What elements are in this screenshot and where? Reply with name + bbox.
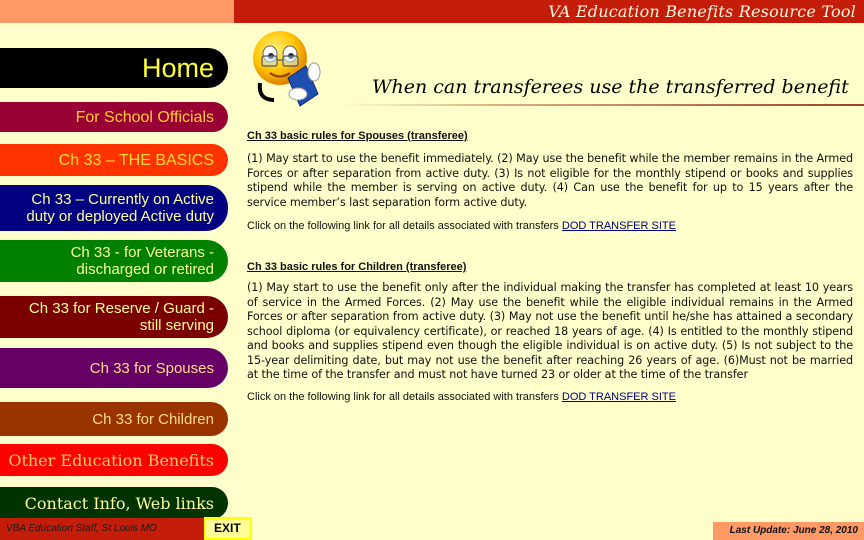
- nav-ch33-children-label: Ch 33 for Children: [92, 410, 214, 428]
- nav-ch33-spouses-label: Ch 33 for Spouses: [89, 359, 214, 377]
- link-prefix-text: Click on the following link for all deta…: [247, 390, 562, 403]
- last-update: Last Update: June 28, 2010: [713, 522, 864, 540]
- nav-other-education-benefits[interactable]: Other Education Benefits: [0, 444, 228, 476]
- nav-label-line: duty or deployed Active duty: [26, 208, 214, 225]
- children-section: Ch 33 basic rules for Children (transfer…: [247, 261, 853, 403]
- nav-ch33-active-duty[interactable]: Ch 33 – Currently on Active duty or depl…: [0, 185, 228, 231]
- nav-label-line: still serving: [139, 317, 214, 334]
- title-divider: [340, 104, 864, 106]
- nav-ch33-spouses[interactable]: Ch 33 for Spouses: [0, 348, 228, 388]
- dod-transfer-site-link[interactable]: DOD TRANSFER SITE: [562, 220, 676, 232]
- children-link-line: Click on the following link for all deta…: [247, 391, 853, 403]
- app-title: VA Education Benefits Resource Tool: [548, 2, 856, 21]
- nav-ch33-veterans[interactable]: Ch 33 - for Veterans - discharged or ret…: [0, 240, 228, 282]
- spouses-link-line: Click on the following link for all deta…: [247, 220, 853, 232]
- spouses-rules-text: (1) May start to use the benefit immedia…: [247, 152, 853, 209]
- nav-label-line: discharged or retired: [76, 261, 214, 278]
- nav-home-label: Home: [141, 53, 214, 83]
- nav-ch33-basics[interactable]: Ch 33 – THE BASICS: [0, 144, 228, 176]
- nav-school-officials-label: For School Officials: [75, 108, 214, 126]
- nav-ch33-reserve-guard[interactable]: Ch 33 for Reserve / Guard - still servin…: [0, 296, 228, 338]
- footer-credit: VBA Education Staff, St Louis MO: [0, 518, 204, 540]
- exit-button[interactable]: EXIT: [204, 517, 252, 540]
- nav-school-officials[interactable]: For School Officials: [0, 102, 228, 132]
- page-title: When can transferees use the transferred…: [372, 76, 849, 98]
- nav-contact-label: Contact Info, Web links: [24, 493, 214, 513]
- spouses-heading: Ch 33 basic rules for Spouses (transfere…: [247, 130, 468, 142]
- nav-contact-info[interactable]: Contact Info, Web links: [0, 487, 228, 519]
- nav-home[interactable]: Home: [0, 48, 228, 88]
- nav-ch33-basics-label: Ch 33 – THE BASICS: [58, 151, 214, 169]
- dod-transfer-site-link[interactable]: DOD TRANSFER SITE: [562, 391, 676, 403]
- spouses-section: Ch 33 basic rules for Spouses (transfere…: [247, 130, 853, 232]
- nav-ch33-children[interactable]: Ch 33 for Children: [0, 402, 228, 436]
- reading-smiley-icon: [253, 31, 321, 107]
- nav-label-line: Ch 33 for Reserve / Guard -: [28, 300, 214, 317]
- nav-other-label: Other Education Benefits: [8, 450, 214, 470]
- children-heading: Ch 33 basic rules for Children (transfer…: [247, 261, 467, 273]
- children-rules-text: (1) May start to use the benefit only af…: [247, 281, 853, 381]
- nav-label-line: Ch 33 - for Veterans -: [70, 244, 214, 261]
- nav-label-line: Ch 33 – Currently on Active: [31, 191, 214, 208]
- topbar-accent: [0, 0, 234, 23]
- link-prefix-text: Click on the following link for all deta…: [247, 220, 562, 232]
- header-bar: VA Education Benefits Resource Tool: [234, 0, 864, 23]
